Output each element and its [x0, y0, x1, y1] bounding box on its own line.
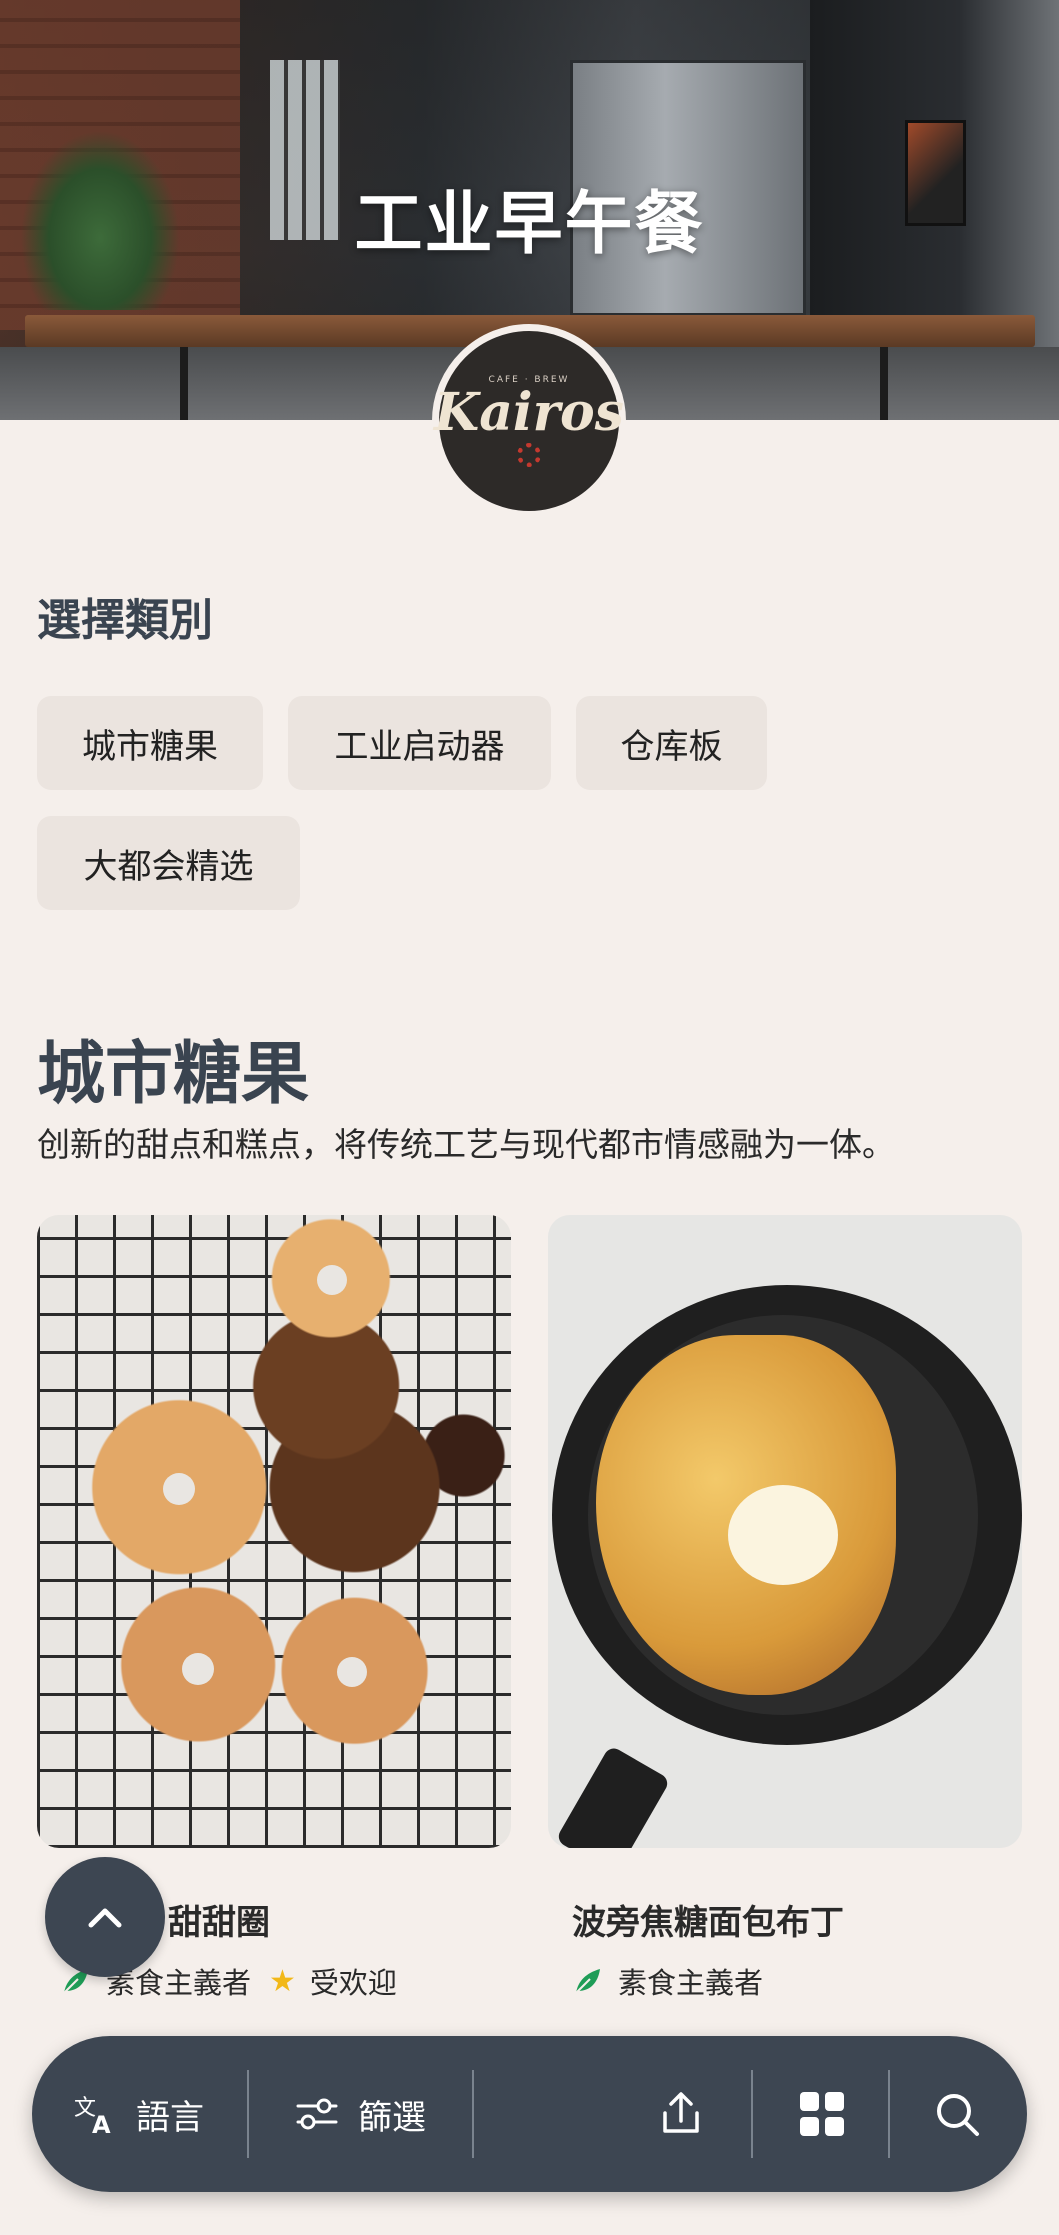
category-chip-urban-candy[interactable]: 城市糖果 [37, 696, 263, 790]
product-tags: 素食主義者 [572, 1960, 763, 2002]
product-image-donuts[interactable] [37, 1215, 511, 1848]
filter-icon [296, 2098, 338, 2130]
hero-table-leg [180, 347, 188, 420]
section-title: 城市糖果 [37, 1035, 310, 1114]
donut-hole [182, 1653, 214, 1685]
hero-title: 工业早午餐 [354, 185, 705, 264]
divider [751, 2070, 753, 2158]
ice-cream-scoop [728, 1485, 838, 1585]
divider [472, 2070, 474, 2158]
scroll-to-top-button[interactable] [45, 1857, 165, 1977]
brand-logo: CAFE · BREW Kairos [432, 324, 626, 518]
language-label: 語言 [136, 2097, 204, 2138]
category-chip-warehouse-boards[interactable]: 仓库板 [576, 696, 767, 790]
svg-text:A: A [92, 2111, 111, 2137]
bottom-toolbar: 文 A 語言 篩選 [32, 2036, 1027, 2192]
search-icon [937, 2094, 979, 2136]
donut-hole [317, 1265, 347, 1295]
section-description: 创新的甜点和糕点，将传统工艺与现代都市情感融为一体。 [37, 1125, 895, 1164]
skillet-handle [555, 1744, 671, 1848]
search-button[interactable] [932, 2036, 982, 2192]
hero-table-leg [880, 347, 888, 420]
chevron-up-icon [88, 1908, 122, 1928]
product-name[interactable]: 甜甜圈 [168, 1895, 270, 1944]
divider [247, 2070, 249, 2158]
translate-icon: 文 A [74, 2096, 111, 2137]
donut-hole [337, 1657, 367, 1687]
star-icon: ★ [269, 1963, 296, 1999]
filter-button[interactable]: 篩選 [294, 2036, 426, 2192]
grid-view-button[interactable] [797, 2036, 847, 2192]
tag-vegan: 素食主義者 [618, 1966, 764, 2000]
divider [888, 2070, 890, 2158]
share-button[interactable] [656, 2036, 706, 2192]
tag-popular: 受欢迎 [309, 1966, 397, 2000]
category-chip-metropolitan-picks[interactable]: 大都会精选 [37, 816, 300, 910]
language-button[interactable]: 文 A 語言 [72, 2036, 204, 2192]
logo-brand-name: Kairos [434, 382, 624, 443]
donut-hole [163, 1473, 195, 1505]
gear-icon [517, 443, 541, 467]
share-icon [663, 2092, 699, 2133]
category-heading: 選擇類別 [37, 595, 213, 646]
vegan-leaf-icon [575, 1969, 600, 1994]
category-chip-industrial-starters[interactable]: 工业启动器 [288, 696, 551, 790]
product-name[interactable]: 波旁焦糖面包布丁 [572, 1895, 844, 1944]
grid-icon [800, 2092, 844, 2136]
product-image-bread-pudding[interactable] [548, 1215, 1022, 1848]
filter-label: 篩選 [358, 2097, 426, 2138]
